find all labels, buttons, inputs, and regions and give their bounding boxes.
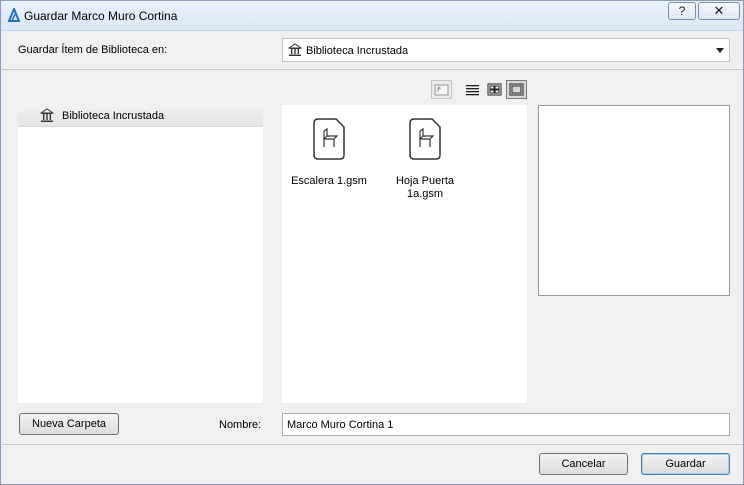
large-icon-view-icon <box>509 83 524 96</box>
file-name: Escalera 1.gsm <box>291 175 367 187</box>
name-label: Nombre: <box>219 419 262 431</box>
name-input[interactable] <box>282 413 730 436</box>
chevron-down-icon <box>716 48 724 53</box>
archicad-app-icon <box>7 8 21 22</box>
folder-tree[interactable]: Biblioteca Incrustada <box>18 105 263 403</box>
save-in-dropdown[interactable]: Biblioteca Incrustada <box>282 38 730 62</box>
new-folder-button[interactable]: Nueva Carpeta <box>19 413 119 435</box>
library-icon <box>288 43 302 56</box>
save-dialog: Guardar Marco Muro Cortina ? ✕ Guardar Í… <box>0 0 744 485</box>
title-bar[interactable]: Guardar Marco Muro Cortina ? ✕ <box>1 1 743 31</box>
small-icons-view-button[interactable] <box>484 80 505 99</box>
file-item-hoja-puerta[interactable]: Hoja Puerta 1a.gsm <box>380 117 470 201</box>
grid-view-icon <box>487 83 502 96</box>
library-icon <box>40 108 54 122</box>
save-button[interactable]: Guardar <box>641 453 730 475</box>
list-view-icon <box>466 84 479 95</box>
file-name: Hoja Puerta 1a.gsm <box>395 175 455 200</box>
tree-item-biblioteca-incrustada[interactable]: Biblioteca Incrustada <box>18 105 263 127</box>
chair-file-icon <box>409 118 441 160</box>
divider <box>2 69 743 70</box>
cancel-button[interactable]: Cancelar <box>539 453 628 475</box>
list-view-button[interactable] <box>462 80 483 99</box>
large-icons-view-button[interactable] <box>506 80 527 99</box>
close-button[interactable]: ✕ <box>698 2 740 20</box>
help-icon: ? <box>678 4 686 18</box>
window-title: Guardar Marco Muro Cortina <box>24 9 178 23</box>
preview-pane <box>538 105 730 296</box>
tree-item-label: Biblioteca Incrustada <box>62 110 165 122</box>
up-folder-icon <box>434 84 449 96</box>
save-in-value: Biblioteca Incrustada <box>306 45 409 57</box>
chair-file-icon <box>313 118 345 160</box>
help-button[interactable]: ? <box>668 2 696 20</box>
save-in-label: Guardar Ítem de Biblioteca en: <box>18 44 168 56</box>
divider <box>2 444 743 445</box>
close-icon: ✕ <box>713 3 725 18</box>
up-folder-button[interactable] <box>431 80 452 99</box>
file-item-escalera[interactable]: Escalera 1.gsm <box>284 117 374 188</box>
file-list[interactable]: Escalera 1.gsm Hoja Puerta 1a.gsm <box>282 105 527 403</box>
